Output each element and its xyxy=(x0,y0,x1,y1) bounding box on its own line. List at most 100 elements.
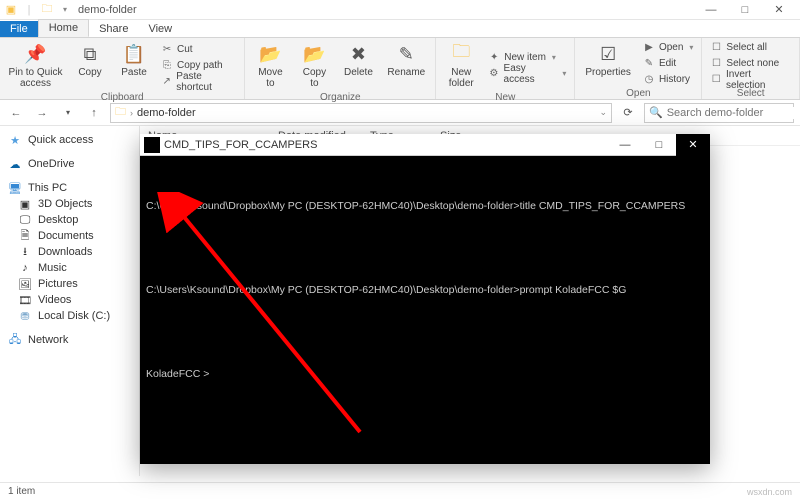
downloads-icon: ⭳ xyxy=(18,243,32,262)
properties-button[interactable]: ☑Properties xyxy=(581,40,635,87)
desktop-icon: 🖵 xyxy=(18,214,32,227)
sidebar-item-onedrive[interactable]: ☁OneDrive xyxy=(4,156,135,172)
select-none-icon: ☐ xyxy=(710,58,722,69)
3d-objects-icon: ▣ xyxy=(18,198,32,211)
copy-icon: ⧉ xyxy=(78,42,102,66)
cmd-title: CMD_TIPS_FOR_CCAMPERS xyxy=(164,139,317,151)
qat-dropdown-icon[interactable]: ▾ xyxy=(58,3,72,17)
copy-button[interactable]: ⧉ Copy xyxy=(71,40,109,91)
videos-icon: 🎞 xyxy=(18,294,32,307)
sidebar-item-quick-access[interactable]: ★Quick access xyxy=(4,132,135,148)
address-bar[interactable]: 🗀 › demo-folder ⌄ xyxy=(110,103,612,123)
crumb-sep-icon: › xyxy=(130,108,133,118)
paste-shortcut-button[interactable]: ↗Paste shortcut xyxy=(159,74,238,89)
minimize-button[interactable]: — xyxy=(694,0,728,20)
sidebar-item-this-pc[interactable]: 🖥This PC xyxy=(4,180,135,196)
back-button[interactable]: ← xyxy=(6,103,26,123)
onedrive-icon: ☁ xyxy=(8,158,22,171)
move-icon: 📂 xyxy=(258,42,282,66)
rename-icon: ✎ xyxy=(394,42,418,66)
cmd-window[interactable]: CMD_TIPS_FOR_CCAMPERS — □ ✕ C:\Users\Kso… xyxy=(140,134,710,464)
edit-button[interactable]: ✎Edit xyxy=(641,56,695,71)
sidebar-item-music[interactable]: ♪Music xyxy=(4,260,135,276)
easy-access-button[interactable]: ⚙Easy access▾ xyxy=(486,66,568,81)
forward-button[interactable]: → xyxy=(32,103,52,123)
tab-home[interactable]: Home xyxy=(38,19,89,37)
copy-path-icon: ⎘ xyxy=(161,60,173,71)
tab-share[interactable]: Share xyxy=(89,21,138,37)
watermark: wsxdn.com xyxy=(747,487,792,497)
folder-icon: 🗀 xyxy=(115,103,126,122)
select-all-button[interactable]: ☐Select all xyxy=(708,40,793,55)
drive-icon: ⛃ xyxy=(18,310,32,323)
ribbon-group-clipboard: 📌 Pin to Quick access ⧉ Copy 📋 Paste ✂Cu… xyxy=(0,38,245,99)
sidebar-item-videos[interactable]: 🎞Videos xyxy=(4,292,135,308)
qat-divider: | xyxy=(22,3,36,17)
sidebar-item-network[interactable]: 🖧Network xyxy=(4,332,135,348)
folder-icon: 🗀 xyxy=(40,3,54,17)
chevron-down-icon[interactable]: ⌄ xyxy=(599,107,607,118)
ribbon-group-open: ☑Properties ▶Open▾ ✎Edit ◷History Open xyxy=(575,38,702,99)
ribbon-group-new: 🗀New folder ✦New item▾ ⚙Easy access▾ New xyxy=(436,38,575,99)
music-icon: ♪ xyxy=(18,262,32,274)
cmd-close-button[interactable]: ✕ xyxy=(676,134,710,156)
cmd-maximize-button[interactable]: □ xyxy=(642,134,676,156)
up-button[interactable]: ↑ xyxy=(84,103,104,123)
tab-view[interactable]: View xyxy=(138,21,182,37)
search-input[interactable] xyxy=(667,107,800,119)
refresh-button[interactable]: ⟳ xyxy=(618,103,638,123)
status-bar: 1 item wsxdn.com xyxy=(0,482,800,500)
edit-icon: ✎ xyxy=(643,58,655,69)
paste-button[interactable]: 📋 Paste xyxy=(115,40,153,91)
cmd-output[interactable]: C:\Users\Ksound\Dropbox\My PC (DESKTOP-6… xyxy=(140,156,710,464)
cmd-titlebar[interactable]: CMD_TIPS_FOR_CCAMPERS — □ ✕ xyxy=(140,134,710,156)
move-to-button[interactable]: 📂Move to xyxy=(251,40,289,91)
delete-button[interactable]: ✖Delete xyxy=(339,40,377,91)
new-folder-icon: 🗀 xyxy=(449,42,473,66)
cmd-icon xyxy=(144,137,160,153)
pictures-icon: 🖼 xyxy=(18,278,32,291)
sidebar-item-downloads[interactable]: ⭳Downloads xyxy=(4,244,135,260)
cmd-minimize-button[interactable]: — xyxy=(608,134,642,156)
delete-icon: ✖ xyxy=(346,42,370,66)
search-box[interactable]: 🔍 xyxy=(644,103,794,123)
this-pc-icon: 🖥 xyxy=(8,182,22,195)
invert-icon: ☐ xyxy=(710,74,722,85)
rename-button[interactable]: ✎Rename xyxy=(383,40,429,91)
copy-to-icon: 📂 xyxy=(302,42,326,66)
paste-icon: 📋 xyxy=(122,42,146,66)
ribbon-group-organize: 📂Move to 📂Copy to ✖Delete ✎Rename Organi… xyxy=(245,38,436,99)
history-button[interactable]: ◷History xyxy=(641,72,695,87)
nav-sidebar: ★Quick access ☁OneDrive 🖥This PC ▣3D Obj… xyxy=(0,126,140,476)
easy-access-icon: ⚙ xyxy=(488,68,499,79)
open-icon: ▶ xyxy=(643,42,655,53)
recent-button[interactable]: ▾ xyxy=(58,103,78,123)
tab-file[interactable]: File xyxy=(0,21,38,37)
network-icon: 🖧 xyxy=(8,331,22,350)
maximize-button[interactable]: □ xyxy=(728,0,762,20)
cmd-line: C:\Users\Ksound\Dropbox\My PC (DESKTOP-6… xyxy=(146,198,704,215)
cut-button[interactable]: ✂Cut xyxy=(159,42,238,57)
cmd-line: C:\Users\Ksound\Dropbox\My PC (DESKTOP-6… xyxy=(146,282,704,299)
sidebar-item-local-disk[interactable]: ⛃Local Disk (C:) xyxy=(4,308,135,324)
new-folder-button[interactable]: 🗀New folder xyxy=(442,40,480,91)
shortcut-icon: ↗ xyxy=(161,76,172,87)
select-all-icon: ☐ xyxy=(710,42,722,53)
pin-quick-access-button[interactable]: 📌 Pin to Quick access xyxy=(6,40,65,91)
breadcrumb[interactable]: demo-folder xyxy=(137,107,196,119)
ribbon: 📌 Pin to Quick access ⧉ Copy 📋 Paste ✂Cu… xyxy=(0,38,800,100)
sidebar-item-3d-objects[interactable]: ▣3D Objects xyxy=(4,196,135,212)
invert-selection-button[interactable]: ☐Invert selection xyxy=(708,72,793,87)
sidebar-item-pictures[interactable]: 🖼Pictures xyxy=(4,276,135,292)
copy-to-button[interactable]: 📂Copy to xyxy=(295,40,333,91)
search-icon: 🔍 xyxy=(649,106,663,119)
close-button[interactable]: ✕ xyxy=(762,0,796,20)
group-caption: Select xyxy=(708,87,793,101)
explorer-titlebar: ▣ | 🗀 ▾ demo-folder — □ ✕ xyxy=(0,0,800,20)
cmd-line: KoladeFCC > xyxy=(146,366,704,383)
cut-icon: ✂ xyxy=(161,44,173,55)
open-button[interactable]: ▶Open▾ xyxy=(641,40,695,55)
properties-icon: ☑ xyxy=(596,42,620,66)
window-title: demo-folder xyxy=(78,4,137,16)
pin-icon: 📌 xyxy=(24,42,48,66)
